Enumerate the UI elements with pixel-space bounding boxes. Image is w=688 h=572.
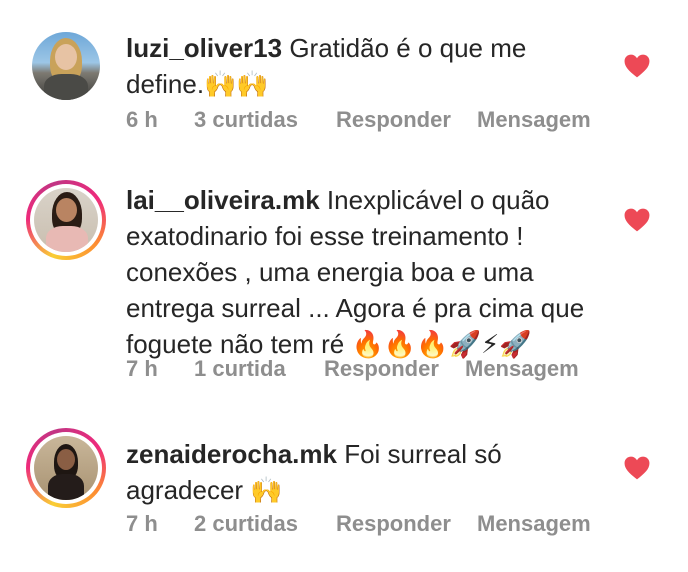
comment-time: 7 h: [126, 511, 158, 536]
comment-username[interactable]: lai__oliveira.mk: [126, 185, 320, 215]
comment-time: 7 h: [126, 356, 158, 381]
heart-icon[interactable]: [624, 456, 650, 480]
comment-text: luzi_oliver13 Gratidão é o que me define…: [126, 30, 596, 102]
reply-button[interactable]: Responder: [336, 107, 451, 133]
comment-time: 6 h: [126, 107, 158, 132]
likes-count-link[interactable]: 1 curtida: [194, 356, 286, 382]
avatar-story-ring[interactable]: [26, 180, 106, 260]
avatar[interactable]: [28, 28, 104, 104]
heart-icon[interactable]: [624, 54, 650, 78]
message-button[interactable]: Mensagem: [477, 511, 591, 537]
comment-text: zenaiderocha.mk Foi surreal só agradecer…: [126, 436, 596, 508]
comment-username[interactable]: luzi_oliver13: [126, 33, 282, 63]
comment-text: lai__oliveira.mk Inexplicável o quão exa…: [126, 182, 596, 362]
avatar-photo: [34, 436, 98, 500]
comment-thread: luzi_oliver13 Gratidão é o que me define…: [0, 0, 688, 572]
heart-icon[interactable]: [624, 208, 650, 232]
reply-button[interactable]: Responder: [336, 511, 451, 537]
comment-username[interactable]: zenaiderocha.mk: [126, 439, 337, 469]
reply-button[interactable]: Responder: [324, 356, 439, 382]
message-button[interactable]: Mensagem: [477, 107, 591, 133]
likes-count-link[interactable]: 3 curtidas: [194, 107, 298, 133]
avatar-photo: [34, 188, 98, 252]
likes-count-link[interactable]: 2 curtidas: [194, 511, 298, 537]
message-button[interactable]: Mensagem: [465, 356, 579, 382]
avatar-photo: [32, 32, 100, 100]
avatar-story-ring[interactable]: [26, 428, 106, 508]
